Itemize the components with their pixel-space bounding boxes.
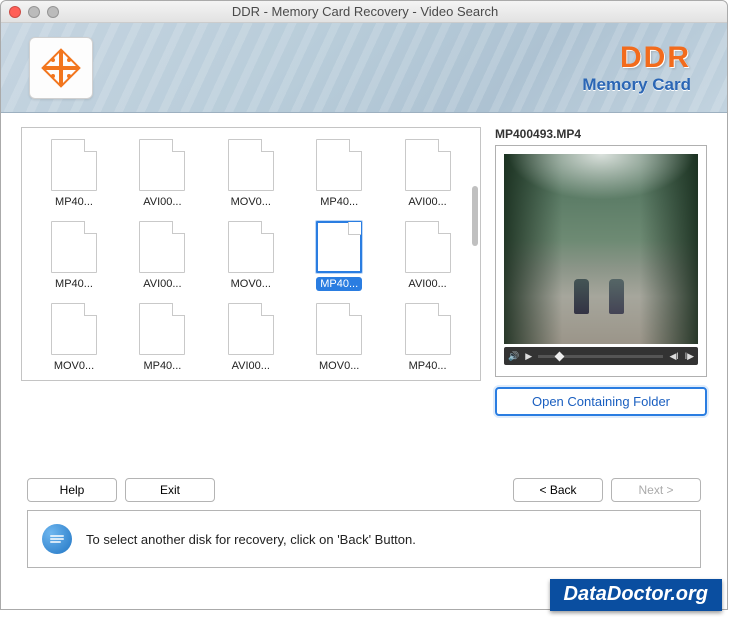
file-icon <box>405 303 451 355</box>
preview-filename: MP400493.MP4 <box>495 127 707 141</box>
file-label: MP40... <box>316 277 362 291</box>
main-content: MP40... AVI00... MOV0... MP40... AVI00... MP4… <box>1 113 727 422</box>
file-label: MOV0... <box>227 277 275 291</box>
file-label: AVI00... <box>139 277 185 291</box>
info-icon <box>42 524 72 554</box>
file-label: MP40... <box>51 277 97 291</box>
brand-name: DDR <box>582 41 691 75</box>
file-icon <box>316 139 362 191</box>
scrollbar[interactable] <box>472 136 478 372</box>
prev-icon[interactable]: ◀ǀ <box>669 351 678 362</box>
file-item[interactable]: MP40... <box>34 136 114 212</box>
play-icon[interactable]: ▶ <box>525 351 532 362</box>
brand-area: DDR Memory Card <box>582 41 691 95</box>
info-box: To select another disk for recovery, cli… <box>27 510 701 568</box>
header-banner: DDR Memory Card <box>1 23 727 113</box>
file-label: AVI00... <box>139 195 185 209</box>
minimize-icon <box>28 6 40 18</box>
file-item[interactable]: MOV0... <box>299 300 379 372</box>
watermark: DataDoctor.org <box>550 579 722 611</box>
file-icon <box>139 221 185 273</box>
next-icon[interactable]: ǀ▶ <box>685 351 694 362</box>
brand-subtitle: Memory Card <box>582 75 691 95</box>
close-icon[interactable] <box>9 6 21 18</box>
file-item[interactable]: AVI00... <box>122 136 202 212</box>
file-list-pane: MP40... AVI00... MOV0... MP40... AVI00... MP4… <box>21 127 481 381</box>
file-icon <box>405 221 451 273</box>
window-title: DDR - Memory Card Recovery - Video Searc… <box>59 4 671 19</box>
file-item[interactable]: MOV0... <box>211 136 291 212</box>
preview-thumbnail <box>504 154 698 344</box>
file-icon <box>51 221 97 273</box>
file-item[interactable]: AVI00... <box>388 136 468 212</box>
file-item[interactable]: MP40... <box>34 218 114 294</box>
file-item[interactable]: MP40... <box>299 218 379 294</box>
file-icon <box>228 139 274 191</box>
file-label: MP40... <box>139 359 185 372</box>
file-icon <box>405 139 451 191</box>
file-icon <box>51 303 97 355</box>
file-label: MOV0... <box>50 359 98 372</box>
file-item[interactable]: MP40... <box>388 300 468 372</box>
file-icon <box>316 221 362 273</box>
help-button[interactable]: Help <box>27 478 117 502</box>
file-label: AVI00... <box>404 277 450 291</box>
file-icon <box>316 303 362 355</box>
video-controls[interactable]: 🔊 ▶ ◀ǀ ǀ▶ <box>504 347 698 365</box>
file-item[interactable]: AVI00... <box>388 218 468 294</box>
file-item[interactable]: MP40... <box>122 300 202 372</box>
app-window: DDR - Memory Card Recovery - Video Searc… <box>0 0 728 610</box>
preview-box: 🔊 ▶ ◀ǀ ǀ▶ <box>495 145 707 377</box>
file-item[interactable]: MOV0... <box>34 300 114 372</box>
preview-pane: MP400493.MP4 🔊 ▶ ◀ǀ ǀ▶ Open Containing F… <box>495 127 707 416</box>
file-item[interactable]: MP40... <box>299 136 379 212</box>
file-icon <box>228 221 274 273</box>
window-controls <box>9 6 59 18</box>
volume-icon[interactable]: 🔊 <box>508 351 519 362</box>
file-icon <box>51 139 97 191</box>
file-item[interactable]: AVI00... <box>122 218 202 294</box>
scroll-thumb[interactable] <box>472 186 478 246</box>
file-label: MP40... <box>405 359 451 372</box>
file-icon <box>228 303 274 355</box>
files-grid: MP40... AVI00... MOV0... MP40... AVI00... MP4… <box>34 136 476 372</box>
button-row: Help Exit < Back Next > <box>1 472 727 510</box>
titlebar: DDR - Memory Card Recovery - Video Searc… <box>1 1 727 23</box>
file-label: MOV0... <box>315 359 363 372</box>
file-item[interactable]: MOV0... <box>211 218 291 294</box>
file-label: AVI00... <box>228 359 274 372</box>
file-icon <box>139 139 185 191</box>
file-label: AVI00... <box>404 195 450 209</box>
file-label: MOV0... <box>227 195 275 209</box>
maximize-icon <box>47 6 59 18</box>
exit-button[interactable]: Exit <box>125 478 215 502</box>
file-item[interactable]: AVI00... <box>211 300 291 372</box>
back-button[interactable]: < Back <box>513 478 603 502</box>
file-label: MP40... <box>316 195 362 209</box>
info-text: To select another disk for recovery, cli… <box>86 532 416 547</box>
file-icon <box>139 303 185 355</box>
file-label: MP40... <box>51 195 97 209</box>
open-containing-folder-button[interactable]: Open Containing Folder <box>495 387 707 416</box>
next-button: Next > <box>611 478 701 502</box>
app-icon <box>29 37 93 99</box>
progress-bar[interactable] <box>538 355 663 358</box>
